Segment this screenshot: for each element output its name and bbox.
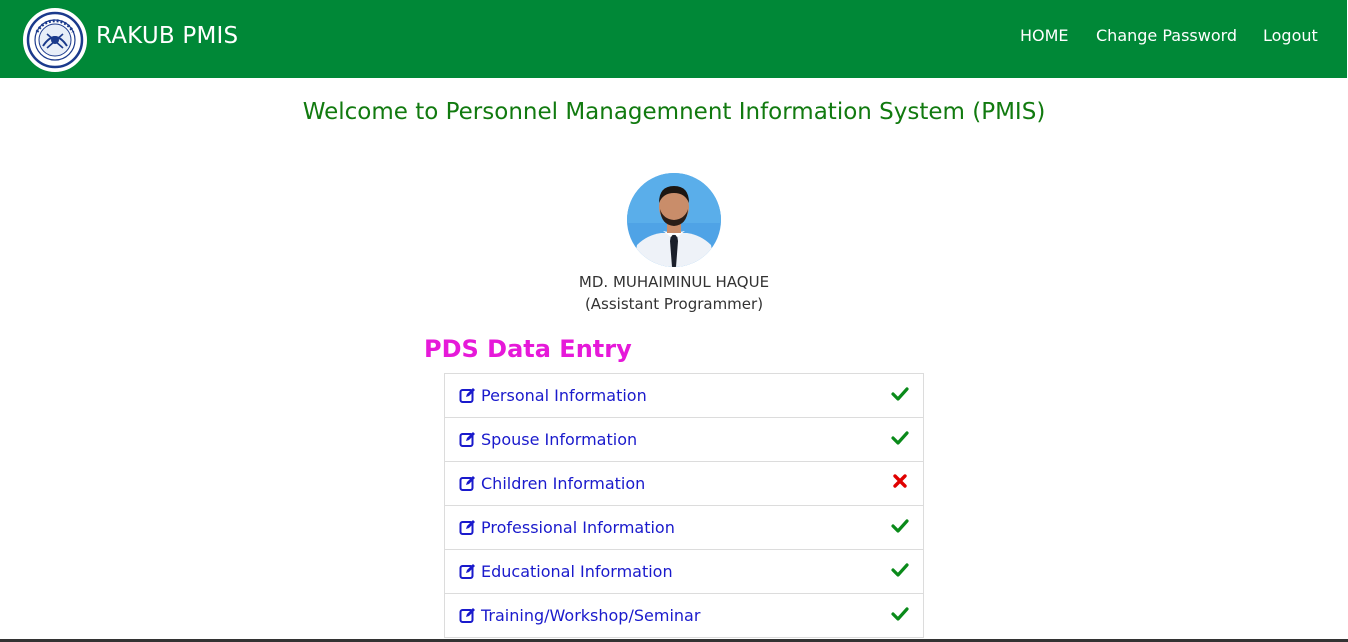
nav-home-link[interactable]: HOME (1020, 25, 1069, 47)
edit-icon[interactable] (459, 519, 476, 536)
edit-icon[interactable] (459, 607, 476, 624)
spouse-information-link[interactable]: Spouse Information (481, 429, 637, 451)
check-icon (891, 561, 909, 579)
user-designation: (Assistant Programmer) (584, 295, 764, 313)
nav-change-password-link[interactable]: Change Password (1096, 25, 1237, 47)
list-item[interactable]: Educational Information (445, 550, 923, 594)
welcome-heading: Welcome to Personnel Managemnent Informa… (302, 99, 1046, 125)
list-item[interactable]: Personal Information (445, 374, 923, 418)
check-icon (891, 605, 909, 623)
personal-information-link[interactable]: Personal Information (481, 385, 647, 407)
list-item[interactable]: Spouse Information (445, 418, 923, 462)
top-navbar: RAKUB PMIS HOME Change Password Logout (0, 0, 1347, 78)
nav-logout-link[interactable]: Logout (1263, 25, 1318, 47)
pds-data-entry-heading: PDS Data Entry (424, 335, 632, 363)
check-icon (891, 517, 909, 535)
list-item[interactable]: Training/Workshop/Seminar (445, 594, 923, 638)
edit-icon[interactable] (459, 387, 476, 404)
user-name: MD. MUHAIMINUL HAQUE (578, 273, 770, 291)
user-avatar (627, 173, 721, 267)
cross-icon (891, 473, 909, 491)
check-icon (891, 429, 909, 447)
brand-title[interactable]: RAKUB PMIS (96, 21, 238, 51)
check-icon (891, 385, 909, 403)
children-information-link[interactable]: Children Information (481, 473, 645, 495)
rakub-logo-icon[interactable] (23, 8, 87, 72)
list-item[interactable]: Children Information (445, 462, 923, 506)
training-workshop-seminar-link[interactable]: Training/Workshop/Seminar (481, 605, 700, 627)
edit-icon[interactable] (459, 431, 476, 448)
educational-information-link[interactable]: Educational Information (481, 561, 673, 583)
list-item[interactable]: Professional Information (445, 506, 923, 550)
edit-icon[interactable] (459, 563, 476, 580)
pds-entry-list: Personal Information Spouse Information … (444, 373, 924, 638)
edit-icon[interactable] (459, 475, 476, 492)
professional-information-link[interactable]: Professional Information (481, 517, 675, 539)
